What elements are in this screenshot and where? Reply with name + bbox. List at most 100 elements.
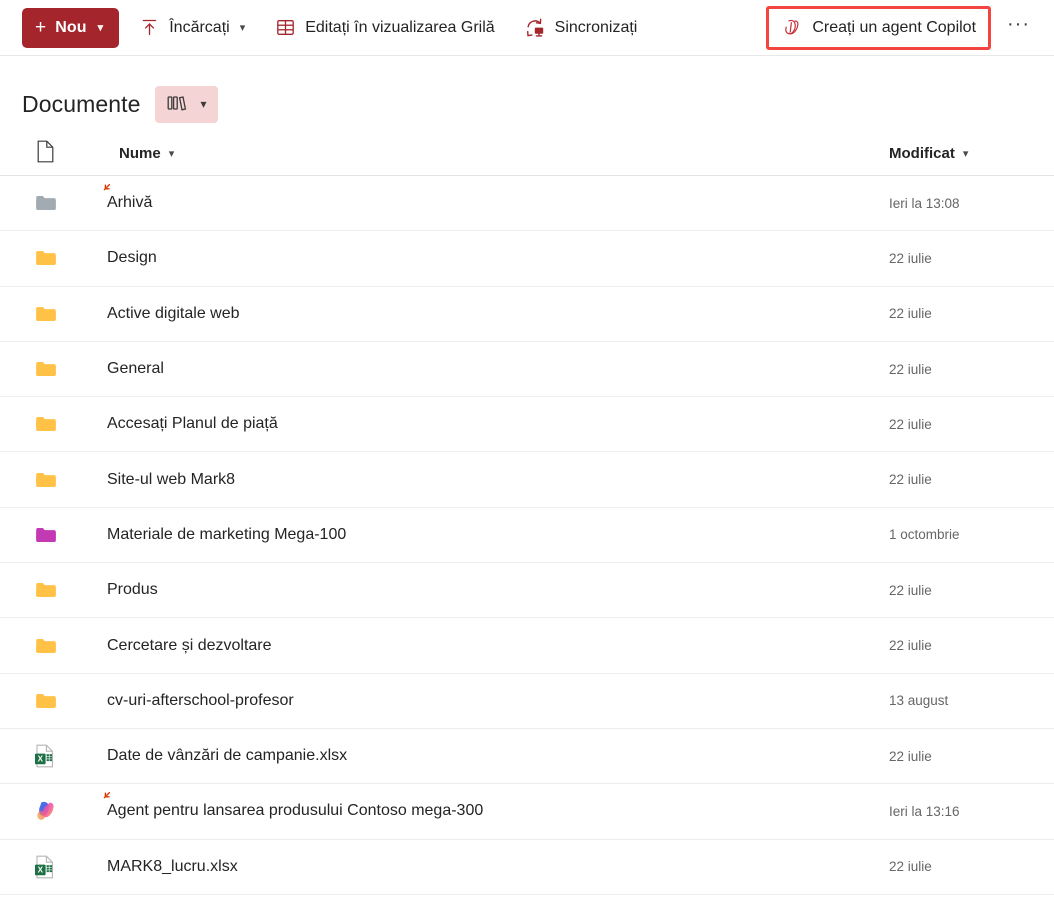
table-row[interactable]: Arhivă Ieri la 13:08 [0, 176, 1054, 232]
item-name-5: Site-ul web Mark8 [107, 470, 236, 488]
table-row[interactable]: Produs 22 iulie [0, 563, 1054, 619]
row-name-cell[interactable]: Arhivă [74, 184, 889, 212]
item-name-8: Cercetare și dezvoltare [107, 636, 272, 654]
row-name-cell[interactable]: Produs [74, 581, 889, 599]
column-header-name[interactable]: Nume ▾ [74, 145, 889, 162]
column-header-name-label: Nume [119, 145, 161, 162]
item-modified-10: 22 iulie [889, 748, 932, 764]
row-name-cell[interactable]: MARK8_lucru.xlsx [74, 858, 889, 876]
item-name-0: Arhivă [103, 184, 152, 212]
item-modified-0: Ieri la 13:08 [889, 195, 960, 211]
chevron-down-icon: ▾ [168, 148, 175, 160]
folder-magenta-icon [22, 523, 74, 547]
chevron-down-icon: ▾ [200, 97, 207, 111]
create-copilot-agent-button[interactable]: Creați un agent Copilot [771, 10, 987, 45]
table-row[interactable]: cv-uri-afterschool-profesor 13 august [0, 674, 1054, 729]
table-row[interactable]: Accesați Planul de piață 22 iulie [0, 397, 1054, 453]
item-modified-4: 22 iulie [889, 416, 932, 432]
table-row[interactable]: Agent pentru lansarea produsului Contoso… [0, 784, 1054, 840]
list-rows-container: Arhivă Ieri la 13:08 Design 22 iulie Active … [0, 176, 1054, 895]
copilot-outline-icon [781, 17, 802, 38]
chevron-down-icon: ▾ [97, 22, 104, 34]
item-modified-3: 22 iulie [889, 361, 932, 377]
view-switcher-badge[interactable]: ▾ [154, 85, 218, 123]
row-name-cell[interactable]: Cercetare și dezvoltare [74, 637, 889, 655]
sync-button[interactable]: Sincronizați [515, 8, 648, 48]
column-header-modified-label: Modificat [889, 145, 955, 162]
item-name-9: cv-uri-afterschool-profesor [107, 691, 294, 709]
row-name-cell[interactable]: Active digitale web [74, 305, 889, 323]
excel-file-icon: X [22, 855, 74, 879]
item-name-10: Date de vânzări de campanie.xlsx [107, 747, 348, 765]
row-name-cell[interactable]: Materiale de marketing Mega-100 [74, 526, 889, 544]
item-name-7: Produs [107, 581, 158, 599]
svg-text:X: X [38, 755, 44, 764]
command-toolbar: + Nou ▾ Încărcați ▾ Editați în vizualiza… [0, 0, 1054, 56]
list-column-headers: Nume ▾ Modificat ▾ [0, 132, 1054, 176]
chevron-down-icon: ▾ [962, 148, 969, 160]
edit-grid-view-button[interactable]: Editați în vizualizarea Grilă [265, 8, 504, 48]
table-row[interactable]: X Date de vânzări de campanie.xlsx 22 iuli… [0, 729, 1054, 785]
upload-arrow-icon [139, 17, 160, 38]
item-name-4: Accesați Planul de piață [107, 415, 278, 433]
file-type-icon [36, 140, 55, 168]
table-row[interactable]: X MARK8_lucru.xlsx 22 iulie [0, 840, 1054, 895]
item-modified-12: 22 iulie [889, 859, 932, 875]
column-header-modified[interactable]: Modificat ▾ [889, 145, 1054, 162]
item-modified-9: 13 august [889, 693, 949, 709]
edit-grid-view-label: Editați în vizualizarea Grilă [305, 18, 495, 36]
folder-yellow-icon [22, 468, 74, 492]
folder-yellow-icon [22, 302, 74, 326]
item-modified-1: 22 iulie [889, 250, 932, 266]
row-name-cell[interactable]: Accesați Planul de piață [74, 415, 889, 433]
svg-text:X: X [38, 865, 44, 874]
more-options-button[interactable]: ··· [997, 10, 1040, 46]
folder-yellow-icon [22, 412, 74, 436]
create-copilot-agent-highlight: Creați un agent Copilot [766, 5, 991, 50]
folder-yellow-icon [22, 689, 74, 713]
item-name-6: Materiale de marketing Mega-100 [107, 525, 347, 543]
table-row[interactable]: Site-ul web Mark8 22 iulie [0, 452, 1054, 508]
upload-button-label: Încărcați [169, 18, 230, 36]
table-row[interactable]: General 22 iulie [0, 342, 1054, 398]
upload-button[interactable]: Încărcați ▾ [129, 8, 255, 48]
table-row[interactable]: Active digitale web 22 iulie [0, 287, 1054, 342]
item-name-12: MARK8_lucru.xlsx [107, 857, 238, 875]
table-row[interactable]: Cercetare și dezvoltare 22 iulie [0, 618, 1054, 674]
item-name-2: Active digitale web [107, 304, 240, 322]
table-row[interactable]: Materiale de marketing Mega-100 1 octombr… [0, 508, 1054, 564]
create-copilot-agent-label: Creați un agent Copilot [812, 18, 977, 36]
plus-icon: + [35, 17, 47, 38]
row-name-cell[interactable]: Site-ul web Mark8 [74, 471, 889, 489]
item-modified-11: Ieri la 13:16 [889, 803, 960, 819]
item-modified-6: 1 octombrie [889, 527, 960, 543]
column-header-filetype[interactable] [22, 140, 74, 168]
documents-list: Nume ▾ Modificat ▾ Arhivă Ieri la 13:08 De… [0, 132, 1054, 895]
copilot-agent-icon [22, 799, 74, 823]
row-name-cell[interactable]: Design [74, 249, 889, 267]
row-name-cell[interactable]: General [74, 360, 889, 378]
page-title: Documente [22, 90, 141, 117]
item-modified-2: 22 iulie [889, 306, 932, 322]
grid-table-icon [275, 17, 296, 38]
item-modified-7: 22 iulie [889, 582, 932, 598]
folder-yellow-icon [22, 634, 74, 658]
row-name-cell[interactable]: Date de vânzări de campanie.xlsx [74, 747, 889, 765]
folder-yellow-icon [22, 357, 74, 381]
folder-yellow-icon [22, 246, 74, 270]
row-name-cell[interactable]: cv-uri-afterschool-profesor [74, 692, 889, 710]
excel-file-icon: X [22, 744, 74, 768]
item-name-3: General [107, 360, 164, 378]
sync-refresh-icon [525, 17, 546, 38]
item-name-11: Agent pentru lansarea produsului Contoso… [103, 792, 483, 820]
new-button-label: Nou [55, 18, 87, 36]
new-button[interactable]: + Nou ▾ [22, 7, 120, 48]
item-modified-8: 22 iulie [889, 638, 932, 654]
table-row[interactable]: Design 22 iulie [0, 231, 1054, 287]
item-modified-5: 22 iulie [889, 472, 932, 488]
library-columns-icon [167, 93, 190, 116]
folder-yellow-icon [22, 578, 74, 602]
more-ellipsis-icon: ··· [1007, 12, 1030, 35]
row-name-cell[interactable]: Agent pentru lansarea produsului Contoso… [74, 792, 889, 820]
sync-button-label: Sincronizați [554, 18, 638, 36]
